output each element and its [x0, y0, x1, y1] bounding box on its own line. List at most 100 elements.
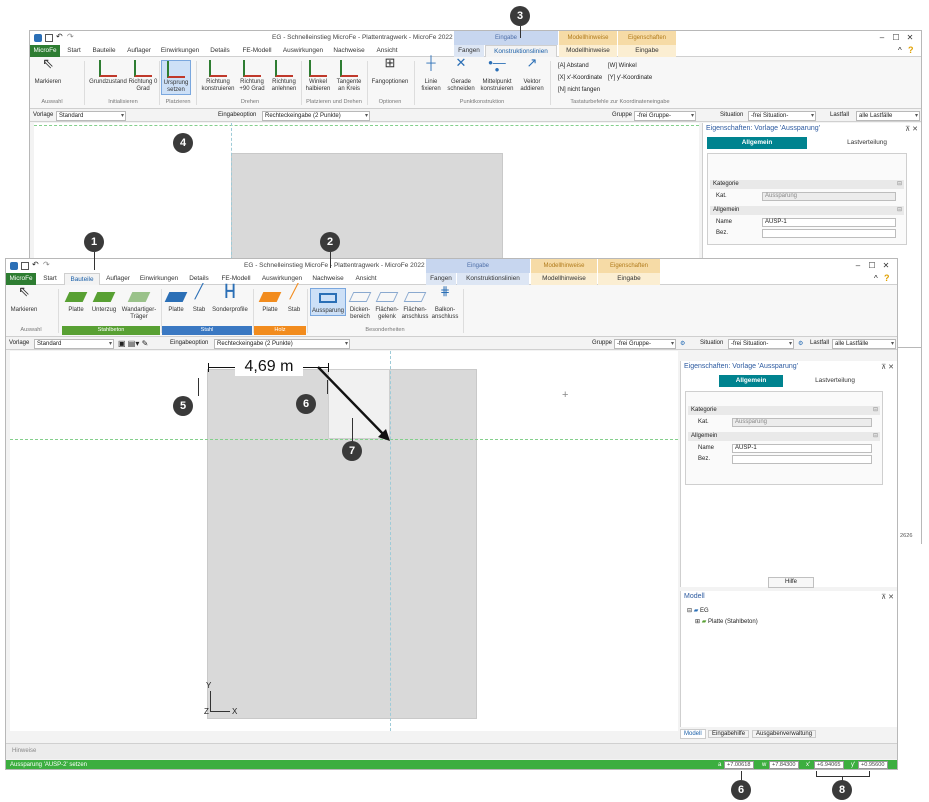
tab-modellhinweise[interactable]: Modellhinweise	[559, 45, 617, 57]
tab-fe-modell[interactable]: FE-Modell	[237, 45, 277, 57]
flaechenanschluss-button[interactable]: Flächen-anschluss	[401, 288, 429, 321]
balkonanschluss-button[interactable]: ⋕ Balkon-anschluss	[430, 285, 460, 321]
lastfall-select[interactable]: alle Lastfälle	[832, 339, 896, 349]
lastfall-select[interactable]: alle Lastfälle	[856, 111, 920, 121]
tab-lastverteilung[interactable]: Lastverteilung	[795, 375, 875, 387]
name-field[interactable]: AUSP-1	[762, 218, 896, 227]
bez-field[interactable]	[762, 229, 896, 238]
tree-child[interactable]: ⊞ ▰ Platte (Stahlbeton)	[695, 618, 758, 625]
section-allgemein[interactable]: Allgemein	[688, 432, 880, 441]
gruppe-select[interactable]: -frei Gruppe-	[634, 111, 696, 121]
dickenbereich-button[interactable]: Dicken-bereich	[347, 288, 373, 321]
collapse-ribbon-icon[interactable]: ^	[874, 274, 878, 283]
tab-ausgabenverwaltung[interactable]: Ausgabenverwaltung	[752, 730, 817, 738]
stab-stahl-button[interactable]: ╱ Stab	[189, 284, 209, 314]
tab-ansicht[interactable]: Ansicht	[350, 273, 382, 285]
tab-auflager[interactable]: Auflager	[123, 45, 155, 57]
save-icon[interactable]	[45, 34, 53, 42]
situation-select[interactable]: -frei Situation-	[728, 339, 794, 349]
tab-konstruktionslinien[interactable]: Konstruktionslinien	[457, 273, 529, 285]
minimize-icon[interactable]: –	[852, 261, 864, 270]
wandartiger-traeger-button[interactable]: Wandartiger-Träger	[120, 288, 158, 321]
tab-details[interactable]: Details	[205, 45, 235, 57]
help-button[interactable]: Hilfe	[768, 577, 814, 588]
vorlage-select[interactable]: Standard	[34, 339, 114, 349]
vorlage-select[interactable]: Standard	[56, 111, 126, 121]
tab-eingabe[interactable]: Eingabe	[598, 273, 660, 285]
undo-icon[interactable]: ↶	[56, 32, 63, 41]
winkel-halbieren-button[interactable]: Winkel halbieren	[304, 60, 332, 93]
pin-icon[interactable]: ⊼ ✕	[881, 363, 894, 371]
collapse-ribbon-icon[interactable]: ^	[898, 46, 902, 55]
gerade-schneiden-button[interactable]: ✕ Gerade schneiden	[446, 56, 476, 93]
tab-start[interactable]: Start	[62, 45, 86, 57]
vektor-addieren-button[interactable]: ↗ Vektor addieren	[518, 56, 546, 93]
redo-icon[interactable]: ↷	[43, 260, 50, 269]
richtung-plus90-button[interactable]: Richtung +90 Grad	[236, 60, 268, 93]
markieren-button[interactable]: ⇖ Markieren	[10, 284, 38, 314]
redo-icon[interactable]: ↷	[67, 32, 74, 41]
save-icon[interactable]	[21, 262, 29, 270]
section-kategorie[interactable]: Kategorie	[688, 406, 880, 415]
richtung-anlehnen-button[interactable]: Richtung anlehnen	[268, 60, 300, 93]
front-canvas[interactable]: + 4,69 m Y Z X	[10, 351, 678, 731]
tab-einwirkungen[interactable]: Einwirkungen	[157, 45, 203, 57]
platte-holz-button[interactable]: Platte	[258, 288, 282, 314]
tab-modell[interactable]: Modell	[680, 729, 706, 739]
filter-icon[interactable]: ⚙	[798, 340, 803, 347]
situation-select[interactable]: -frei Situation-	[748, 111, 816, 121]
tab-bauteile[interactable]: Bauteile	[64, 273, 100, 285]
close-icon[interactable]: ✕	[880, 261, 892, 270]
eingabeoption-select[interactable]: Rechteckeingabe (2 Punkte)	[262, 111, 370, 121]
eingabeoption-select[interactable]: Rechteckeingabe (2 Punkte)	[214, 339, 350, 349]
flaechengelenk-button[interactable]: Flächen-gelenk	[374, 288, 400, 321]
linie-fixieren-button[interactable]: ┼ Linie fixieren	[418, 56, 444, 93]
tree-root[interactable]: ⊟ ▰ EG	[687, 607, 709, 614]
tab-allgemein[interactable]: Allgemein	[719, 375, 783, 387]
mittelpunkt-button[interactable]: •—• Mittelpunkt konstruieren	[478, 56, 516, 93]
tab-nachweise[interactable]: Nachweise	[308, 273, 348, 285]
tab-start[interactable]: Start	[38, 273, 62, 285]
template-tools-icon[interactable]: ▣ ▤▾ ✎	[118, 339, 148, 348]
bez-field[interactable]	[732, 455, 872, 464]
unterzug-button[interactable]: Unterzug	[89, 288, 119, 314]
tab-eingabe[interactable]: Eingabe	[618, 45, 676, 57]
help-icon[interactable]: ?	[908, 45, 914, 55]
sonderprofile-button[interactable]: ┣┫ Sonderprofile	[210, 285, 250, 314]
tab-auflager[interactable]: Auflager	[102, 273, 134, 285]
help-icon[interactable]: ?	[884, 273, 890, 283]
minimize-icon[interactable]: –	[876, 33, 888, 42]
filter-icon[interactable]: ⚙	[680, 340, 685, 347]
tab-bauteile[interactable]: Bauteile	[87, 45, 121, 57]
tab-allgemein[interactable]: Allgemein	[707, 137, 807, 149]
richtung-0-grad-button[interactable]: Richtung 0 Grad	[128, 60, 158, 93]
richtung-konstruieren-button[interactable]: Richtung konstruieren	[200, 60, 236, 93]
maximize-icon[interactable]: ☐	[866, 261, 878, 270]
stab-holz-button[interactable]: ╱ Stab	[284, 284, 304, 314]
tab-lastverteilung[interactable]: Lastverteilung	[817, 137, 917, 149]
pin-icon[interactable]: ⊼ ✕	[881, 593, 894, 601]
ursprung-setzen-button[interactable]: Ursprung setzen	[161, 60, 191, 95]
tab-einwirkungen[interactable]: Einwirkungen	[136, 273, 182, 285]
section-kategorie[interactable]: Kategorie	[710, 180, 904, 189]
tab-auswirkungen[interactable]: Auswirkungen	[279, 45, 327, 57]
tangente-button[interactable]: Tangente an Kreis	[334, 60, 364, 93]
platte-stahl-button[interactable]: Platte	[164, 288, 188, 314]
tab-eingabehilfe[interactable]: Eingabehilfe	[708, 730, 750, 738]
tab-nachweise[interactable]: Nachweise	[329, 45, 369, 57]
undo-icon[interactable]: ↶	[32, 260, 39, 269]
tab-auswirkungen[interactable]: Auswirkungen	[258, 273, 306, 285]
pin-icon[interactable]: ⊼ ✕	[905, 125, 918, 133]
aussparung-button[interactable]: Aussparung	[310, 288, 346, 316]
grundzustand-button[interactable]: Grundzustand	[88, 60, 128, 86]
markieren-button[interactable]: ⇖ Markieren	[34, 56, 62, 86]
close-icon[interactable]: ✕	[904, 33, 916, 42]
tab-modellhinweise[interactable]: Modellhinweise	[531, 273, 597, 285]
maximize-icon[interactable]: ☐	[890, 33, 902, 42]
section-allgemein[interactable]: Allgemein	[710, 206, 904, 215]
hinweise-label[interactable]: Hinweise	[12, 748, 36, 754]
gruppe-select[interactable]: -frei Gruppe-	[614, 339, 676, 349]
platte-stahlbeton-button[interactable]: Platte	[64, 288, 88, 314]
fangoptionen-button[interactable]: ⊞ Fangoptionen	[370, 56, 410, 86]
name-field[interactable]: AUSP-1	[732, 444, 872, 453]
